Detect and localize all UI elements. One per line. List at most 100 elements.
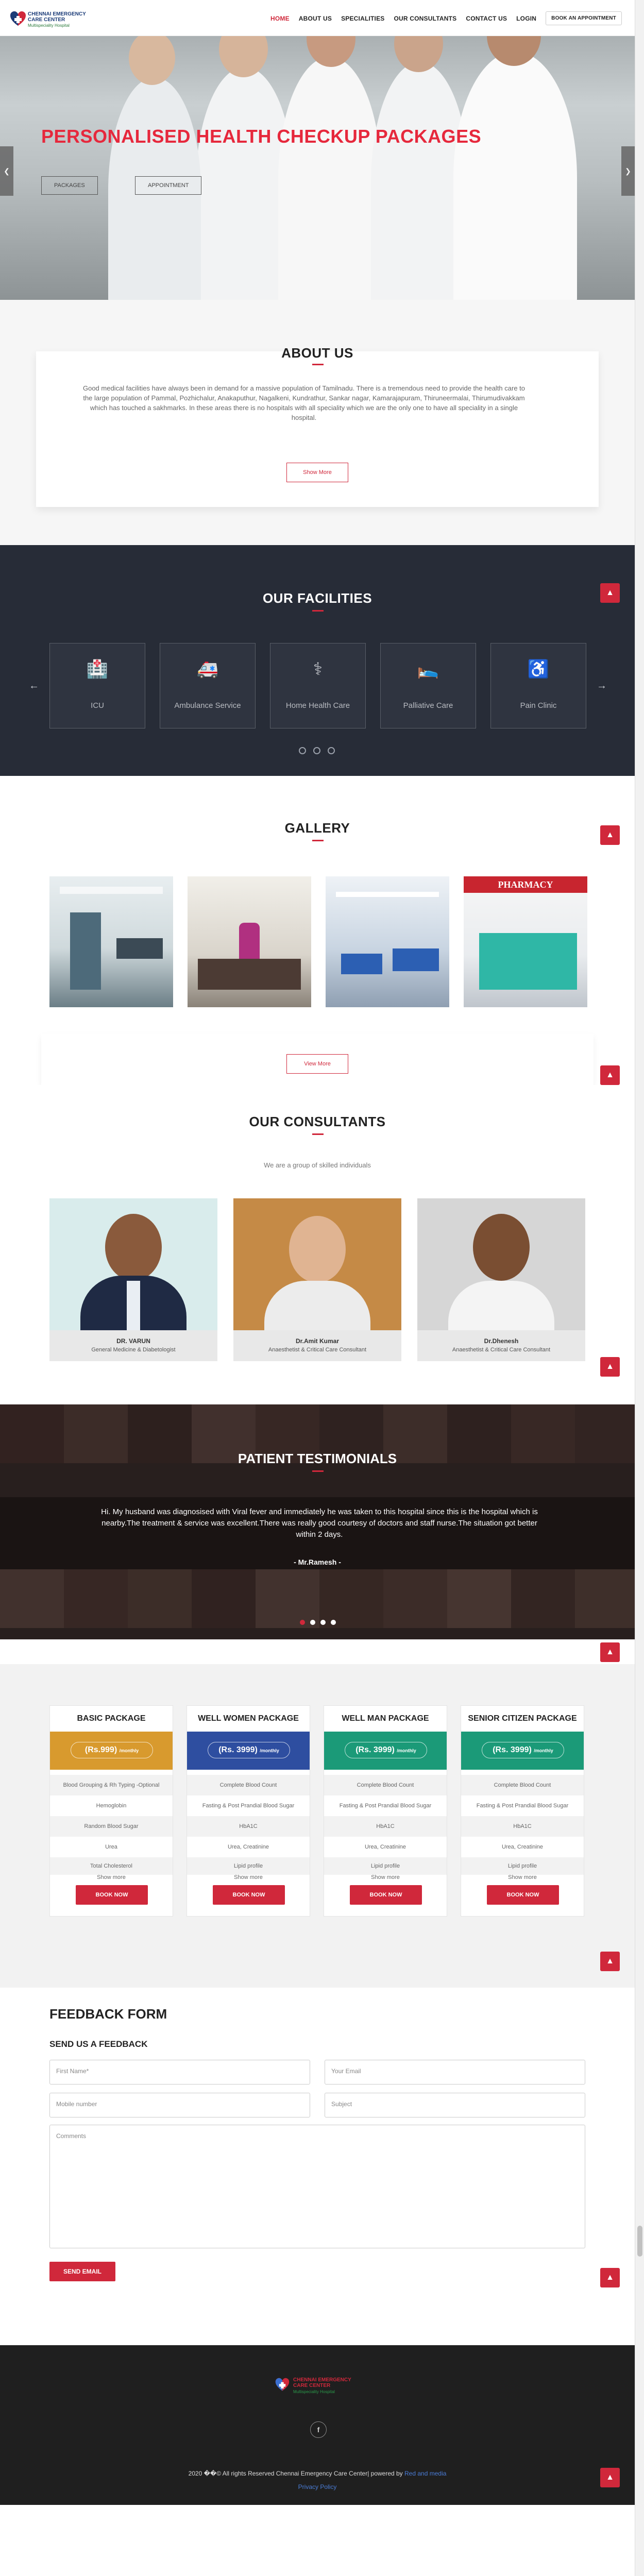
facilities-prev-arrow[interactable]: ← (29, 680, 39, 692)
package-price-band: (Rs. 3999) /monthly (461, 1732, 584, 1770)
pharmacy-sign: PHARMACY (464, 876, 587, 893)
mobile-field[interactable]: Mobile number (49, 2093, 310, 2117)
title-underline (312, 840, 324, 841)
consultant-card[interactable]: Dr.Dhenesh Anaesthetist & Critical Care … (417, 1198, 585, 1361)
package-card-well-women: WELL WOMEN PACKAGE (Rs. 3999) /monthly C… (187, 1705, 310, 1917)
price-value: Rs.999 (88, 1745, 114, 1754)
show-more-button[interactable]: Show More (286, 463, 348, 482)
scrollbar-thumb[interactable] (637, 2226, 642, 2257)
facility-label: Ambulance Service (174, 701, 241, 710)
consultant-name: DR. VARUN (116, 1337, 150, 1345)
facilities-next-arrow[interactable]: → (597, 680, 607, 692)
chevron-left-icon[interactable]: ❮ (0, 146, 13, 196)
testimonials-title: PATIENT TESTIMONIALS (238, 1451, 397, 1466)
arrow-up-icon[interactable]: ▲ (600, 2468, 620, 2487)
package-feature: Complete Blood Count (461, 1775, 584, 1795)
book-now-button[interactable]: BOOK NOW (213, 1885, 285, 1905)
privacy-policy-link[interactable]: Privacy Policy (0, 2483, 635, 2490)
hero-figure (278, 57, 381, 300)
package-feature: Complete Blood Count (324, 1775, 447, 1795)
show-more-link[interactable]: Show more (324, 1870, 447, 1885)
hero-packages-button[interactable]: PACKAGES (41, 176, 98, 195)
email-field[interactable]: Your Email (325, 2060, 585, 2084)
show-more-link[interactable]: Show more (187, 1870, 310, 1885)
carousel-dot[interactable] (310, 1620, 315, 1625)
ambulance-icon: 🚑 (196, 659, 219, 679)
package-feature: Urea (105, 1844, 117, 1850)
chevron-right-icon[interactable]: ❯ (621, 146, 635, 196)
carousel-dot[interactable] (300, 1620, 305, 1625)
subject-field[interactable]: Subject (325, 2093, 585, 2117)
title-underline (312, 1470, 324, 1472)
footer-brand-name: CHENNAI EMERGENCY CARE CENTER (293, 2377, 351, 2388)
facility-card-palliative-care[interactable]: 🛌 Palliative Care (380, 643, 476, 728)
arrow-up-icon[interactable]: ▲ (600, 1357, 620, 1377)
package-feature: Urea, Creatinine (501, 1844, 544, 1850)
title-underline (312, 610, 324, 612)
comments-field[interactable]: Comments (49, 2125, 585, 2248)
carousel-dot[interactable] (313, 747, 320, 754)
facility-card-icu[interactable]: 🏥 ICU (49, 643, 145, 728)
facilities-title: OUR FACILITIES (262, 590, 372, 606)
package-feature: HbA1C (187, 1816, 310, 1837)
send-email-button[interactable]: SEND EMAIL (49, 2262, 115, 2281)
header: CHENNAI EMERGENCY CARE CENTER Multispeci… (0, 0, 635, 36)
package-price: (Rs. 3999) /monthly (208, 1742, 290, 1758)
nav-specialities[interactable]: SPECIALITIES (341, 15, 384, 22)
nav-home[interactable]: HOME (270, 15, 290, 22)
arrow-up-icon[interactable]: ▲ (600, 825, 620, 845)
price-value: Rs. 3999 (221, 1745, 255, 1754)
book-now-button[interactable]: BOOK NOW (487, 1885, 559, 1905)
facility-card-home-health-care[interactable]: ⚕ Home Health Care (270, 643, 366, 728)
nav-login[interactable]: LOGIN (516, 15, 536, 22)
consultant-role: General Medicine & Diabetologist (91, 1347, 176, 1353)
arrow-up-icon[interactable]: ▲ (600, 1642, 620, 1662)
carousel-dot[interactable] (328, 747, 335, 754)
book-appointment-button[interactable]: BOOK AN APPOINTMENT (546, 11, 622, 25)
arrow-up-icon[interactable]: ▲ (600, 2268, 620, 2287)
arrow-up-icon[interactable]: ▲ (600, 583, 620, 603)
show-more-link[interactable]: Show more (50, 1870, 173, 1885)
footer-logo[interactable]: CHENNAI EMERGENCY CARE CENTER Multispeci… (275, 2375, 362, 2397)
gallery-image-reception[interactable] (188, 876, 311, 1007)
carousel-dot[interactable] (299, 747, 306, 754)
view-more-button[interactable]: View More (286, 1054, 348, 1074)
facility-card-ambulance[interactable]: 🚑 Ambulance Service (160, 643, 256, 728)
testimonials-section: PATIENT TESTIMONIALS Hi. My husband was … (0, 1404, 635, 1639)
gallery-image-ward[interactable] (326, 876, 449, 1007)
nav-our-consultants[interactable]: OUR CONSULTANTS (394, 15, 456, 22)
book-now-button[interactable]: BOOK NOW (350, 1885, 422, 1905)
first-name-field[interactable]: First Name* (49, 2060, 310, 2084)
footer-tagline: Multispeciality Hospital (293, 2389, 335, 2394)
gallery-image-operation-theatre[interactable] (49, 876, 173, 1007)
book-now-button[interactable]: BOOK NOW (76, 1885, 148, 1905)
show-more-link[interactable]: Show more (461, 1870, 584, 1885)
hero-figure (129, 31, 175, 85)
hero-appointment-button[interactable]: APPOINTMENT (135, 176, 202, 195)
wheelchair-icon: ♿ (527, 659, 550, 679)
brand-name-line2: CARE CENTER (293, 2383, 331, 2388)
testimonial-quote: Hi. My husband was diagnosised with Vira… (101, 1507, 538, 1539)
carousel-dot[interactable] (320, 1620, 326, 1625)
nav-about-us[interactable]: ABOUT US (299, 15, 332, 22)
hero-figure (453, 52, 577, 300)
about-card (36, 351, 599, 507)
facebook-icon[interactable]: f (310, 2421, 327, 2438)
package-feature: HbA1C (324, 1816, 447, 1837)
consultant-card[interactable]: DR. VARUN General Medicine & Diabetologi… (49, 1198, 217, 1361)
facility-label: Palliative Care (403, 701, 453, 710)
consultant-name: Dr.Amit Kumar (295, 1337, 340, 1345)
powered-by-link[interactable]: Red and media (404, 2470, 446, 2477)
page-scrollbar[interactable] (635, 0, 644, 2576)
feedback-title: FEEDBACK FORM (49, 2006, 167, 2022)
arrow-up-icon[interactable]: ▲ (600, 1952, 620, 1971)
facility-card-pain-clinic[interactable]: ♿ Pain Clinic (490, 643, 586, 728)
arrow-up-icon[interactable]: ▲ (600, 1065, 620, 1085)
consultants-subtitle: We are a group of skilled individuals (264, 1161, 371, 1169)
consultant-card[interactable]: Dr.Amit Kumar Anaesthetist & Critical Ca… (233, 1198, 401, 1361)
nav-contact-us[interactable]: CONTACT US (466, 15, 507, 22)
carousel-dot[interactable] (331, 1620, 336, 1625)
brand-logo[interactable]: CHENNAI EMERGENCY CARE CENTER Multispeci… (9, 9, 107, 30)
package-feature: Fasting & Post Prandial Blood Sugar (202, 1803, 295, 1809)
gallery-image-pharmacy[interactable]: PHARMACY (464, 876, 587, 1007)
